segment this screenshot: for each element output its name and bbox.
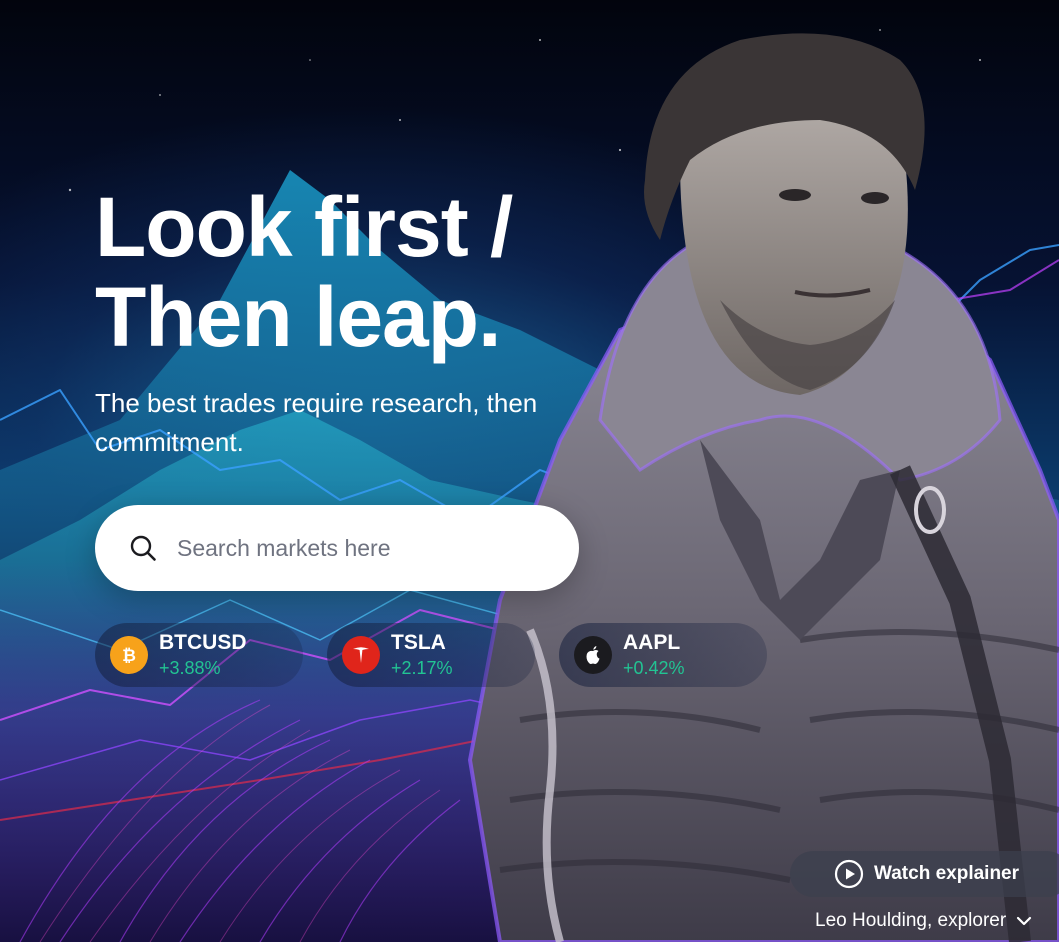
ticker-change: +0.42% (623, 658, 685, 678)
search-bar[interactable] (95, 505, 579, 591)
watch-explainer-label: Watch explainer (874, 863, 1020, 884)
headline-line-2: Then leap. (95, 270, 501, 364)
ticker-change: +3.88% (159, 658, 221, 678)
ticker-symbol: TSLA (391, 631, 446, 654)
chevron-down-icon (1017, 916, 1032, 926)
ticker-aapl[interactable]: AAPL +0.42% (559, 623, 767, 687)
ticker-change: +2.17% (391, 658, 453, 678)
apple-icon (574, 636, 612, 674)
tesla-icon (342, 636, 380, 674)
ticker-symbol: BTCUSD (159, 631, 247, 654)
search-input[interactable] (175, 533, 539, 563)
photo-caption: Leo Houlding, explorer (815, 910, 1007, 931)
search-icon (130, 535, 156, 561)
play-icon (834, 859, 864, 889)
bitcoin-icon: ₿ (110, 636, 148, 674)
headline-line-1: Look first / (95, 180, 513, 274)
explorer-portrait (467, 33, 1059, 942)
ticker-tsla[interactable]: TSLA +2.17% (327, 623, 535, 687)
hero-subtitle: The best trades require research, then c… (95, 388, 538, 457)
ticker-list: ₿ BTCUSD +3.88% TSLA +2.17% AAPL +0.42% (95, 623, 767, 687)
ticker-btcusd[interactable]: ₿ BTCUSD +3.88% (95, 623, 303, 687)
page-title: Look first / Then leap. (95, 180, 513, 364)
hero-section: Look first / Then leap. The best trades … (0, 0, 1059, 942)
ticker-symbol: AAPL (623, 631, 681, 654)
photo-caption-toggle[interactable]: Leo Houlding, explorer (815, 910, 1032, 932)
svg-text:₿: ₿ (122, 646, 136, 666)
watch-explainer-button[interactable]: Watch explainer (790, 851, 1059, 897)
